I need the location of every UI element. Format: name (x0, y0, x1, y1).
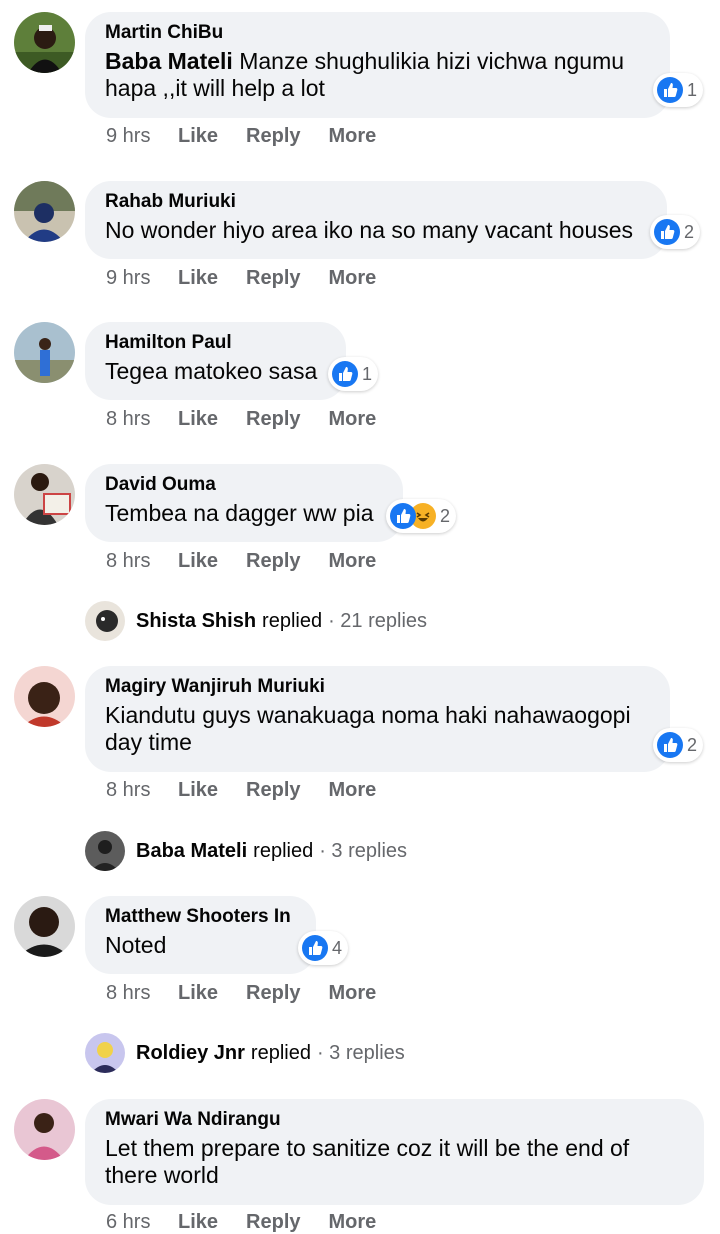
more-button[interactable]: More (329, 125, 377, 148)
timestamp[interactable]: 9 hrs (106, 125, 178, 148)
comment-author[interactable]: Mwari Wa Ndirangu (105, 1109, 684, 1131)
avatar[interactable] (14, 12, 75, 73)
more-button[interactable]: More (329, 982, 377, 1005)
like-button[interactable]: Like (178, 267, 218, 290)
more-button[interactable]: More (329, 1211, 377, 1234)
comment-text: Kiandutu guys wanakuaga noma haki nahawa… (105, 702, 631, 755)
like-button[interactable]: Like (178, 1211, 218, 1234)
avatar (85, 601, 125, 641)
avatar[interactable] (14, 322, 75, 383)
comment-bubble: Martin ChiBu Baba Mateli Manze shughulik… (85, 12, 670, 118)
reply-button[interactable]: Reply (246, 550, 300, 573)
more-button[interactable]: More (329, 408, 377, 431)
more-button[interactable]: More (329, 267, 377, 290)
replier-name[interactable]: Roldiey Jnr (136, 1042, 245, 1065)
comment-author[interactable]: Hamilton Paul (105, 332, 326, 354)
reply-button[interactable]: Reply (246, 1211, 300, 1234)
avatar[interactable] (14, 1099, 75, 1160)
avatar[interactable] (14, 464, 75, 525)
comment-actions: 8 hrs Like Reply More (106, 982, 404, 1005)
reaction-count[interactable]: 1 (328, 357, 379, 391)
comment-bubble: David Ouma Tembea na dagger ww pia (85, 464, 403, 542)
avatar[interactable] (14, 666, 75, 727)
comment-bubble: Rahab Muriuki No wonder hiyo area iko na… (85, 181, 667, 259)
comment-author[interactable]: David Ouma (105, 474, 383, 496)
comment-text: Tegea matokeo sasa (105, 358, 318, 384)
timestamp[interactable]: 9 hrs (106, 267, 178, 290)
like-button[interactable]: Like (178, 550, 218, 573)
avatar (85, 831, 125, 871)
like-reaction-icon (390, 503, 416, 529)
view-replies-link[interactable]: Roldiey Jnr replied · 3 replies (85, 1033, 405, 1073)
replied-label: replied (262, 609, 323, 632)
comment-actions: 8 hrs Like Reply More (106, 550, 404, 573)
view-replies-link[interactable]: Baba Mateli replied · 3 replies (85, 831, 407, 871)
reaction-count[interactable]: 4 (298, 931, 349, 965)
reaction-number: 4 (332, 937, 343, 958)
reaction-count[interactable]: 1 (653, 73, 704, 107)
comment-author[interactable]: Rahab Muriuki (105, 191, 647, 213)
like-button[interactable]: Like (178, 779, 218, 802)
comment-author[interactable]: Martin ChiBu (105, 22, 650, 44)
timestamp[interactable]: 6 hrs (106, 1211, 178, 1234)
comment-actions: 8 hrs Like Reply More (106, 779, 404, 802)
avatar[interactable] (14, 896, 75, 957)
mention-link[interactable]: Baba Mateli (105, 48, 233, 74)
reaction-number: 2 (440, 505, 451, 526)
like-reaction-icon (654, 219, 680, 245)
like-reaction-icon (332, 361, 358, 387)
reply-count[interactable]: · 3 replies (319, 840, 407, 863)
timestamp[interactable]: 8 hrs (106, 779, 178, 802)
timestamp[interactable]: 8 hrs (106, 408, 178, 431)
avatar[interactable] (14, 181, 75, 242)
reply-count[interactable]: · 3 replies (317, 1042, 405, 1065)
comment-bubble: Matthew Shooters In Noted (85, 896, 316, 974)
comment-text: Tembea na dagger ww pia (105, 500, 374, 526)
replier-name[interactable]: Shista Shish (136, 610, 256, 633)
like-reaction-icon (657, 77, 683, 103)
comment-text: Baba Mateli Manze shughulikia hizi vichw… (105, 48, 625, 101)
comment-bubble: Magiry Wanjiruh Muriuki Kiandutu guys wa… (85, 666, 670, 772)
timestamp[interactable]: 8 hrs (106, 982, 178, 1005)
comment-actions: 6 hrs Like Reply More (106, 1211, 404, 1234)
more-button[interactable]: More (329, 550, 377, 573)
like-button[interactable]: Like (178, 125, 218, 148)
replied-label: replied (250, 1041, 311, 1064)
reaction-number: 2 (684, 221, 695, 242)
comment-author[interactable]: Matthew Shooters In (105, 906, 296, 928)
like-reaction-icon (302, 935, 328, 961)
reply-button[interactable]: Reply (246, 779, 300, 802)
like-reaction-icon (657, 732, 683, 758)
reply-count[interactable]: · 21 replies (328, 610, 427, 633)
reply-button[interactable]: Reply (246, 125, 300, 148)
reaction-count[interactable]: 2 (650, 215, 701, 249)
more-button[interactable]: More (329, 779, 377, 802)
reaction-number: 2 (687, 734, 698, 755)
view-replies-link[interactable]: Shista Shish replied · 21 replies (85, 601, 427, 641)
reaction-number: 1 (687, 79, 698, 100)
comment-actions: 9 hrs Like Reply More (106, 125, 404, 148)
comment-text: Noted (105, 932, 167, 958)
reply-button[interactable]: Reply (246, 982, 300, 1005)
comment-bubble: Hamilton Paul Tegea matokeo sasa (85, 322, 346, 400)
comment-text: Let them prepare to sanitize coz it will… (105, 1135, 630, 1188)
reaction-count[interactable]: 2 (653, 728, 704, 762)
avatar (85, 1033, 125, 1073)
replier-name[interactable]: Baba Mateli (136, 840, 247, 863)
like-button[interactable]: Like (178, 408, 218, 431)
comment-author[interactable]: Magiry Wanjiruh Muriuki (105, 676, 650, 698)
reaction-number: 1 (362, 363, 373, 384)
reply-button[interactable]: Reply (246, 267, 300, 290)
comment-actions: 8 hrs Like Reply More (106, 408, 404, 431)
comment-actions: 9 hrs Like Reply More (106, 267, 404, 290)
timestamp[interactable]: 8 hrs (106, 550, 178, 573)
reaction-count[interactable]: 2 (386, 499, 457, 533)
replied-label: replied (253, 839, 314, 862)
comment-text: No wonder hiyo area iko na so many vacan… (105, 217, 634, 243)
comment-bubble: Mwari Wa Ndirangu Let them prepare to sa… (85, 1099, 704, 1205)
reply-button[interactable]: Reply (246, 408, 300, 431)
like-button[interactable]: Like (178, 982, 218, 1005)
